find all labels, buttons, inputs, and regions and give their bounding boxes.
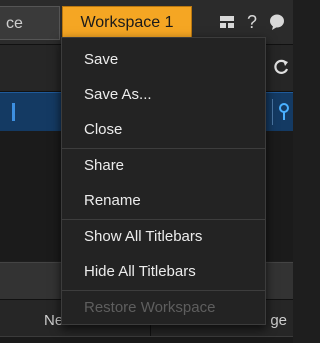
tab-previous-workspace[interactable]: ce: [0, 6, 60, 40]
chat-icon[interactable]: [266, 10, 288, 34]
menu-item-rename[interactable]: Rename: [62, 184, 265, 218]
menu-item-hide-all-titlebars[interactable]: Hide All Titlebars: [62, 255, 265, 289]
tab-active-label: Workspace 1: [80, 14, 174, 31]
app-screen: ce Workspace 1 ? Ne ge Save Save As... C…: [0, 0, 293, 343]
tab-workspace-1[interactable]: Workspace 1: [62, 6, 192, 40]
column-header-right[interactable]: ge: [270, 312, 287, 329]
tab-previous-label: ce: [6, 15, 23, 32]
menu-item-restore-workspace: Restore Workspace: [84, 299, 216, 316]
help-icon[interactable]: ?: [241, 10, 263, 34]
workspace-menu: Save Save As... Close Share Rename Show …: [61, 37, 266, 325]
bottom-bar: [0, 336, 293, 343]
menu-item-save[interactable]: Save: [62, 43, 265, 77]
menu-item-save-as[interactable]: Save As...: [62, 78, 265, 112]
strip-divider: [272, 99, 273, 125]
menu-item-close[interactable]: Close: [62, 113, 265, 147]
menu-item-show-all-titlebars[interactable]: Show All Titlebars: [62, 220, 265, 254]
strip-edge-marker: [12, 103, 15, 121]
refresh-icon[interactable]: [271, 55, 291, 79]
layout-icon[interactable]: [216, 10, 238, 34]
pin-icon[interactable]: [277, 101, 291, 123]
menu-item-share[interactable]: Share: [62, 149, 265, 183]
